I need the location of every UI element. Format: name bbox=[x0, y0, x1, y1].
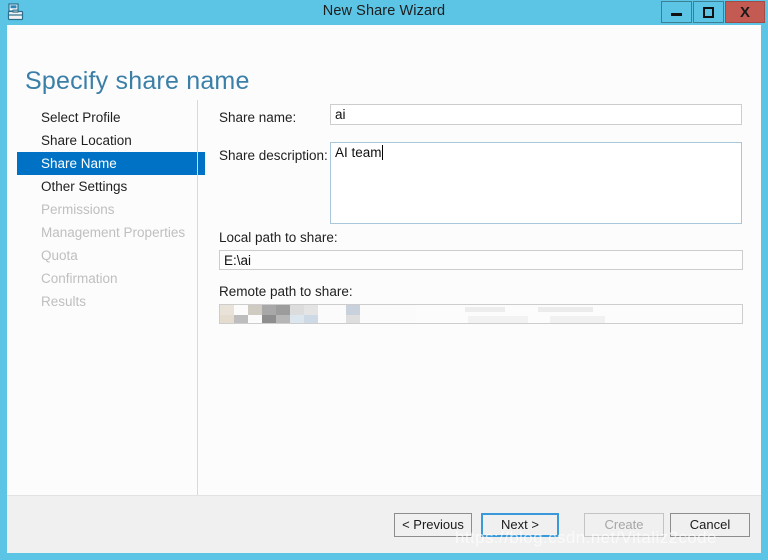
close-icon: X bbox=[739, 3, 750, 21]
next-button[interactable]: Next > bbox=[481, 513, 559, 537]
share-name-form: Share name: Share description: Local pat… bbox=[7, 25, 761, 495]
share-name-input[interactable] bbox=[330, 104, 742, 125]
minimize-icon bbox=[671, 13, 682, 16]
remote-path-input[interactable] bbox=[219, 304, 743, 324]
local-path-label: Local path to share: bbox=[219, 230, 338, 245]
local-path-input[interactable] bbox=[219, 250, 743, 270]
create-button: Create bbox=[584, 513, 664, 537]
redacted-mosaic bbox=[220, 305, 640, 323]
minimize-button[interactable] bbox=[661, 1, 692, 23]
dialog-button-bar: < Previous Next > Create Cancel bbox=[7, 495, 761, 553]
previous-button[interactable]: < Previous bbox=[394, 513, 472, 537]
share-description-input[interactable] bbox=[330, 142, 742, 224]
window-title: New Share Wizard bbox=[322, 3, 446, 19]
close-button[interactable]: X bbox=[725, 1, 765, 23]
maximize-button[interactable] bbox=[693, 1, 724, 23]
maximize-icon bbox=[703, 6, 714, 18]
share-folder-icon bbox=[6, 3, 26, 23]
share-description-label: Share description: bbox=[219, 148, 328, 163]
text-caret bbox=[382, 145, 383, 160]
cancel-button[interactable]: Cancel bbox=[670, 513, 750, 537]
dialog-client-area: Specify share name Select Profile Share … bbox=[7, 25, 761, 553]
title-bar: New Share Wizard X bbox=[0, 0, 768, 25]
remote-path-label: Remote path to share: bbox=[219, 284, 353, 299]
wizard-window: New Share Wizard X Specify share name Se… bbox=[0, 0, 768, 560]
share-name-label: Share name: bbox=[219, 110, 297, 125]
